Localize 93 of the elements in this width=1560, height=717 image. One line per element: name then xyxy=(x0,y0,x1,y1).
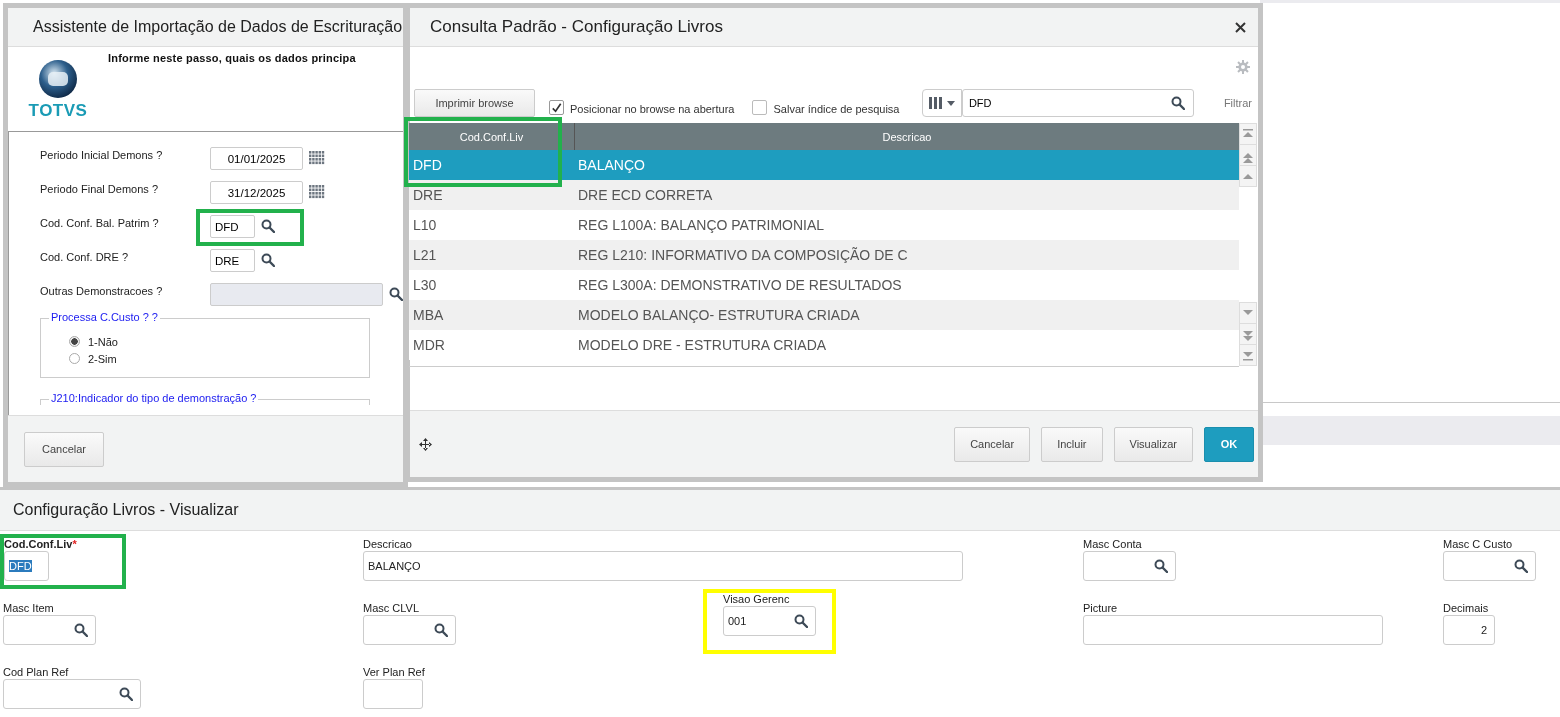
move-icon[interactable] xyxy=(419,437,432,451)
logo-icon xyxy=(38,59,78,99)
dialog-button[interactable]: Visualizar xyxy=(1113,426,1193,462)
scroll-last-button[interactable] xyxy=(1239,344,1257,366)
close-icon[interactable] xyxy=(1235,21,1246,33)
table-row[interactable]: L21 REG L210: INFORMATIVO DA COMPOSIÇÃO DE C xyxy=(409,240,1239,270)
dialog-button[interactable]: Cancelar xyxy=(954,426,1031,462)
column-picker-button[interactable] xyxy=(921,89,962,117)
search-icon[interactable] xyxy=(119,687,133,701)
radio-label: 1-Não xyxy=(88,335,118,348)
input-field[interactable]: 2 xyxy=(1443,615,1495,645)
calendar-icon[interactable] xyxy=(309,185,325,199)
input-field[interactable] xyxy=(363,679,423,709)
radio-button[interactable] xyxy=(69,336,80,347)
column-header[interactable]: Descricao xyxy=(575,123,1239,150)
panel-title: Configuração Livros - Visualizar xyxy=(13,501,239,519)
calendar-icon[interactable] xyxy=(309,151,325,165)
checkbox-label: Salvar índice de pesquisa xyxy=(773,103,900,117)
date-field[interactable]: 01/01/2025 xyxy=(210,147,303,170)
field-label: Cod. Conf. DRE ? xyxy=(40,250,130,265)
checkbox[interactable] xyxy=(549,100,564,115)
field-label: Cod. Conf. Bal. Patrim ? xyxy=(40,216,160,231)
input-field[interactable]: DFD xyxy=(4,551,49,581)
field-label: Masc C Custo xyxy=(1443,538,1513,550)
search-icon[interactable] xyxy=(1170,96,1185,110)
window-title: Assistente de Importação de Dados de Escrituração xyxy=(33,18,403,36)
field-label: Masc Conta xyxy=(1083,538,1142,550)
lookup-field[interactable] xyxy=(1443,551,1536,581)
table-cell-text: DFD xyxy=(412,157,443,173)
lookup-field[interactable] xyxy=(1083,551,1176,581)
table-cell-text: L21 xyxy=(412,247,438,263)
field-label: Picture xyxy=(1083,602,1118,614)
dialog-button[interactable]: Incluir xyxy=(1041,426,1103,462)
search-icon[interactable] xyxy=(389,287,403,301)
field-label: Descricao xyxy=(363,538,412,550)
table-cell-text: REG L300A: DEMONSTRATIVO DE RESULTADOS xyxy=(578,277,903,293)
table-cell-text: DRE xyxy=(412,187,444,203)
search-icon[interactable] xyxy=(434,623,448,637)
scroll-up-button[interactable] xyxy=(1239,165,1257,187)
group-title: J210:Indicador do tipo de demonstração ? xyxy=(49,392,259,404)
table-cell-text: MODELO BALANÇO- ESTRUTURA CRIADA xyxy=(578,307,861,323)
table-cell-text: MODELO DRE - ESTRUTURA CRIADA xyxy=(578,337,828,353)
columns-icon xyxy=(926,96,957,110)
search-icon[interactable] xyxy=(1514,559,1528,573)
table-cell-text: MDR xyxy=(412,337,446,353)
scroll-page-down-button[interactable] xyxy=(1239,323,1257,345)
scroll-page-up-button[interactable] xyxy=(1239,144,1257,166)
search-field[interactable]: DFD xyxy=(961,89,1194,117)
table-cell-text: DRE ECD CORRETA xyxy=(578,187,714,203)
instruction-text: Informe neste passo, quais os dados principa xyxy=(108,51,356,66)
field-label: Periodo Inicial Demons ? xyxy=(40,148,164,163)
search-icon[interactable] xyxy=(261,219,275,233)
field-label: Cod Plan Ref xyxy=(3,666,69,678)
date-field[interactable]: 31/12/2025 xyxy=(210,181,303,204)
lookup-field[interactable]: DRE xyxy=(210,249,255,272)
table-cell-text: REG L100A: BALANÇO PATRIMONIAL xyxy=(578,217,826,233)
lookup-field[interactable] xyxy=(3,679,141,709)
table-cell-text: MBA xyxy=(412,307,445,323)
cancel-button[interactable]: Cancelar xyxy=(24,431,104,467)
table-row[interactable]: DRE DRE ECD CORRETA xyxy=(409,180,1239,210)
field-label: Periodo Final Demons ? xyxy=(40,182,159,197)
checkbox-label: Posicionar no browse na abertura xyxy=(570,103,735,117)
lookup-field[interactable] xyxy=(3,615,96,645)
field-label: Ver Plan Ref xyxy=(363,666,425,678)
search-icon[interactable] xyxy=(74,623,88,637)
input-field[interactable]: BALANÇO xyxy=(363,551,963,581)
scroll-first-button[interactable] xyxy=(1239,123,1257,145)
input-field[interactable] xyxy=(1083,615,1383,645)
search-icon[interactable] xyxy=(261,253,275,267)
lookup-field[interactable] xyxy=(363,615,456,645)
print-browse-button[interactable]: Imprimir browse xyxy=(414,89,535,117)
field-label: Decimais xyxy=(1443,602,1489,614)
lookup-field[interactable]: DFD xyxy=(210,215,255,238)
dialog-title: Consulta Padrão - Configuração Livros xyxy=(430,17,723,37)
radio-button[interactable] xyxy=(69,353,80,364)
search-icon[interactable] xyxy=(794,614,808,628)
logo-text: TOTVS xyxy=(28,101,88,121)
search-icon[interactable] xyxy=(1154,559,1168,573)
group-title: Processa C.Custo ? ? xyxy=(49,311,160,323)
field-label: Masc CLVL xyxy=(363,602,420,614)
field-label: Masc Item xyxy=(3,602,54,614)
table-cell-text: REG L210: INFORMATIVO DA COMPOSIÇÃO DE C xyxy=(578,247,909,263)
field-label: Visao Gerenc xyxy=(723,593,790,605)
lookup-field[interactable]: 001 xyxy=(723,606,816,636)
field-label: Cod.Conf.Liv* xyxy=(4,538,77,550)
scroll-down-button[interactable] xyxy=(1239,302,1257,324)
table-cell-text: BALANÇO xyxy=(578,157,646,173)
table-cell-text: L30 xyxy=(412,277,438,293)
checkbox[interactable] xyxy=(752,100,768,115)
filter-link[interactable]: Filtrar xyxy=(1223,97,1252,117)
radio-label: 2-Sim xyxy=(88,352,117,365)
table-cell-text: L10 xyxy=(412,217,438,233)
table-row[interactable]: MBA MODELO BALANÇO- ESTRUTURA CRIADA xyxy=(409,300,1239,330)
